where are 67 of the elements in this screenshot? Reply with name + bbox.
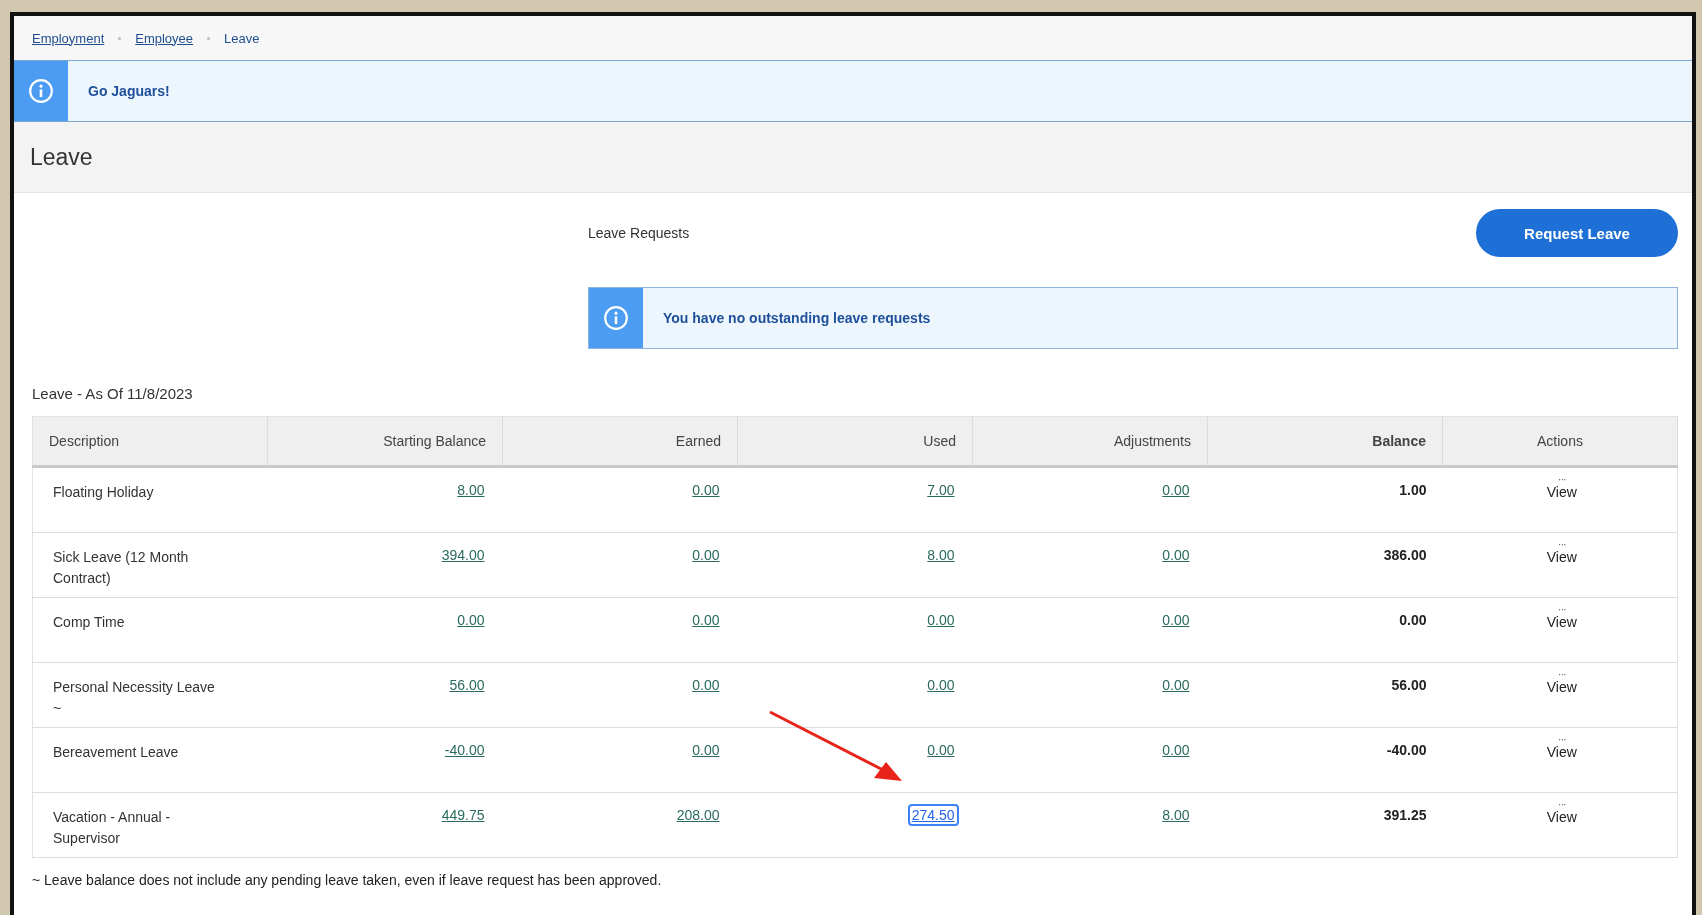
notice-message: You have no outstanding leave requests — [662, 310, 931, 326]
amount-link[interactable]: 0.00 — [1160, 676, 1192, 694]
amount-link[interactable]: 0.00 — [690, 676, 722, 694]
amount-link[interactable]: 449.75 — [439, 806, 487, 824]
footnote: ~ Leave balance does not include any pending leave taken, even if leave request has been approved. — [32, 872, 663, 888]
more-icon[interactable]: ··· — [1557, 474, 1566, 484]
column-header: Used — [737, 416, 973, 467]
amount-link[interactable]: 0.00 — [455, 611, 487, 629]
amount-link[interactable]: 0.00 — [690, 481, 722, 499]
column-header: Description — [32, 416, 268, 467]
view-link[interactable]: View — [1546, 679, 1577, 695]
breadcrumb-link[interactable]: Employee — [135, 30, 194, 46]
more-icon[interactable]: ··· — [1557, 734, 1566, 744]
amount-link[interactable]: 8.00 — [1160, 806, 1192, 824]
balance-value: 56.00 — [1391, 677, 1427, 693]
amount-link[interactable]: 0.00 — [690, 546, 722, 564]
column-header: Balance — [1207, 416, 1443, 467]
amount-link[interactable]: 8.00 — [455, 481, 487, 499]
amount-link[interactable]: -40.00 — [442, 741, 487, 759]
balance-value: 386.00 — [1383, 547, 1427, 563]
view-link[interactable]: View — [1546, 549, 1577, 565]
amount-link[interactable]: 274.50 — [909, 806, 957, 824]
breadcrumb-link[interactable]: Leave — [224, 30, 260, 46]
leave-type: Comp Time — [53, 613, 126, 632]
page-title: Leave — [30, 143, 93, 171]
amount-link[interactable]: 0.00 — [690, 741, 722, 759]
view-link[interactable]: View — [1546, 809, 1577, 825]
breadcrumb-link[interactable]: Employment — [32, 30, 105, 46]
column-header: Adjustments — [972, 416, 1208, 467]
balance-value: 391.25 — [1383, 807, 1427, 823]
column-header: Starting Balance — [267, 416, 503, 467]
amount-link[interactable]: 0.00 — [925, 741, 957, 759]
leave-type: Bereavement Leave — [53, 743, 180, 762]
view-link[interactable]: View — [1546, 614, 1577, 630]
request-leave-button[interactable]: Request Leave — [1476, 209, 1678, 257]
info-icon — [28, 78, 54, 104]
amount-link[interactable]: 208.00 — [674, 806, 722, 824]
more-icon[interactable]: ··· — [1557, 799, 1566, 809]
amount-link[interactable]: 0.00 — [1160, 546, 1192, 564]
amount-link[interactable]: 0.00 — [690, 611, 722, 629]
amount-link[interactable]: 0.00 — [925, 676, 957, 694]
balance-value: -40.00 — [1386, 742, 1427, 758]
amount-link[interactable]: 394.00 — [439, 546, 487, 564]
more-icon[interactable]: ··· — [1557, 539, 1566, 549]
table-caption: Leave - As Of 11/8/2023 — [32, 385, 194, 402]
more-icon[interactable]: ··· — [1557, 669, 1566, 679]
view-link[interactable]: View — [1546, 484, 1577, 500]
leave-type: Floating Holiday — [53, 483, 155, 502]
balance-value: 0.00 — [1399, 612, 1427, 628]
banner-message: Go Jaguars! — [87, 83, 170, 99]
column-header: Actions — [1442, 416, 1678, 467]
info-icon — [603, 305, 629, 331]
leave-type: Personal Necessity Leave ~ — [53, 678, 216, 718]
column-header: Earned — [502, 416, 738, 467]
leave-type: Vacation - Annual - Supervisor — [53, 808, 172, 848]
leave-type: Sick Leave (12 Month Contract) — [53, 548, 190, 588]
amount-link[interactable]: 8.00 — [925, 546, 957, 564]
section-title: Leave Requests — [588, 225, 690, 241]
amount-link[interactable]: 0.00 — [1160, 741, 1192, 759]
amount-link[interactable]: 0.00 — [1160, 611, 1192, 629]
amount-link[interactable]: 7.00 — [925, 481, 957, 499]
balance-value: 1.00 — [1399, 482, 1427, 498]
more-icon[interactable]: ··· — [1557, 604, 1566, 614]
view-link[interactable]: View — [1546, 744, 1577, 760]
amount-link[interactable]: 0.00 — [1160, 481, 1192, 499]
amount-link[interactable]: 0.00 — [925, 611, 957, 629]
amount-link[interactable]: 56.00 — [447, 676, 487, 694]
